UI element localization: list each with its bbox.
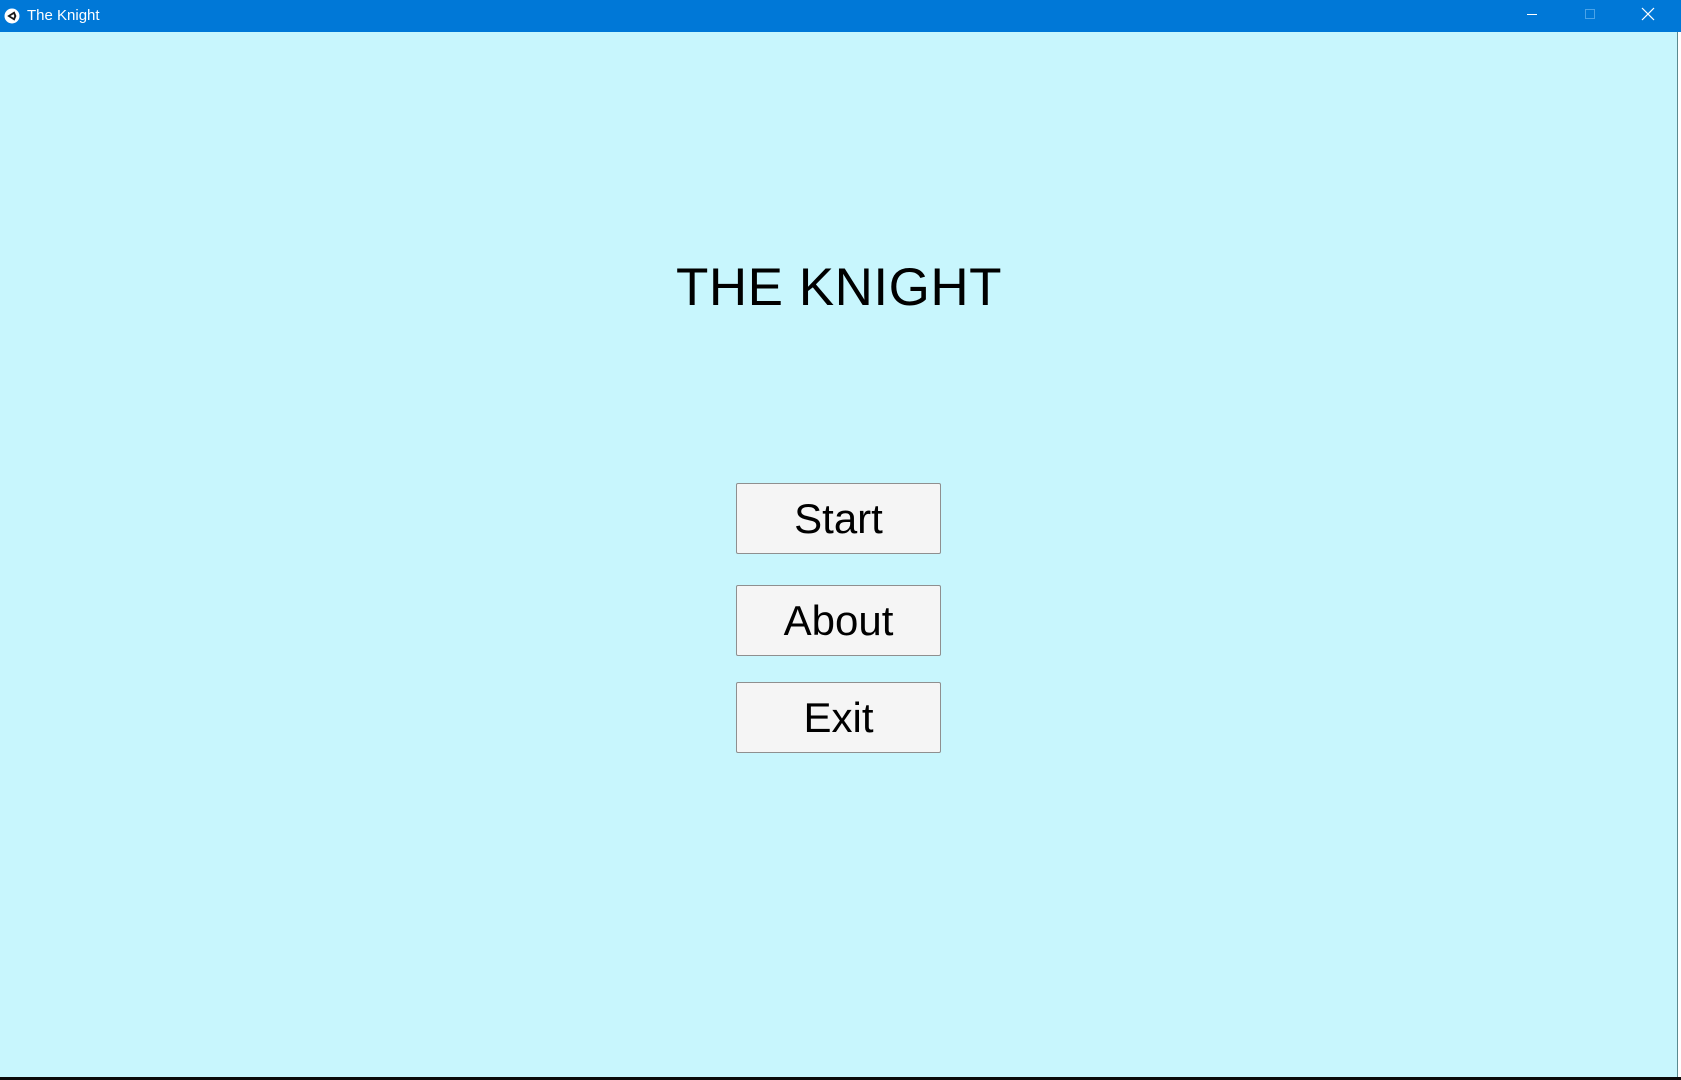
window-title: The Knight bbox=[27, 7, 100, 24]
maximize-button[interactable] bbox=[1561, 0, 1619, 32]
close-icon bbox=[1641, 7, 1655, 26]
minimize-button[interactable] bbox=[1503, 0, 1561, 32]
exit-button[interactable]: Exit bbox=[736, 682, 941, 753]
unity-logo-icon bbox=[4, 8, 20, 24]
title-bar[interactable]: The Knight bbox=[0, 0, 1681, 32]
minimize-icon bbox=[1526, 7, 1538, 25]
maximize-icon bbox=[1584, 7, 1596, 25]
start-button[interactable]: Start bbox=[736, 483, 941, 554]
game-title: THE KNIGHT bbox=[676, 258, 1002, 317]
close-button[interactable] bbox=[1619, 0, 1677, 32]
about-button[interactable]: About bbox=[736, 585, 941, 656]
game-window: The Knight THE KNIGHT Start About Exit bbox=[0, 0, 1681, 1080]
